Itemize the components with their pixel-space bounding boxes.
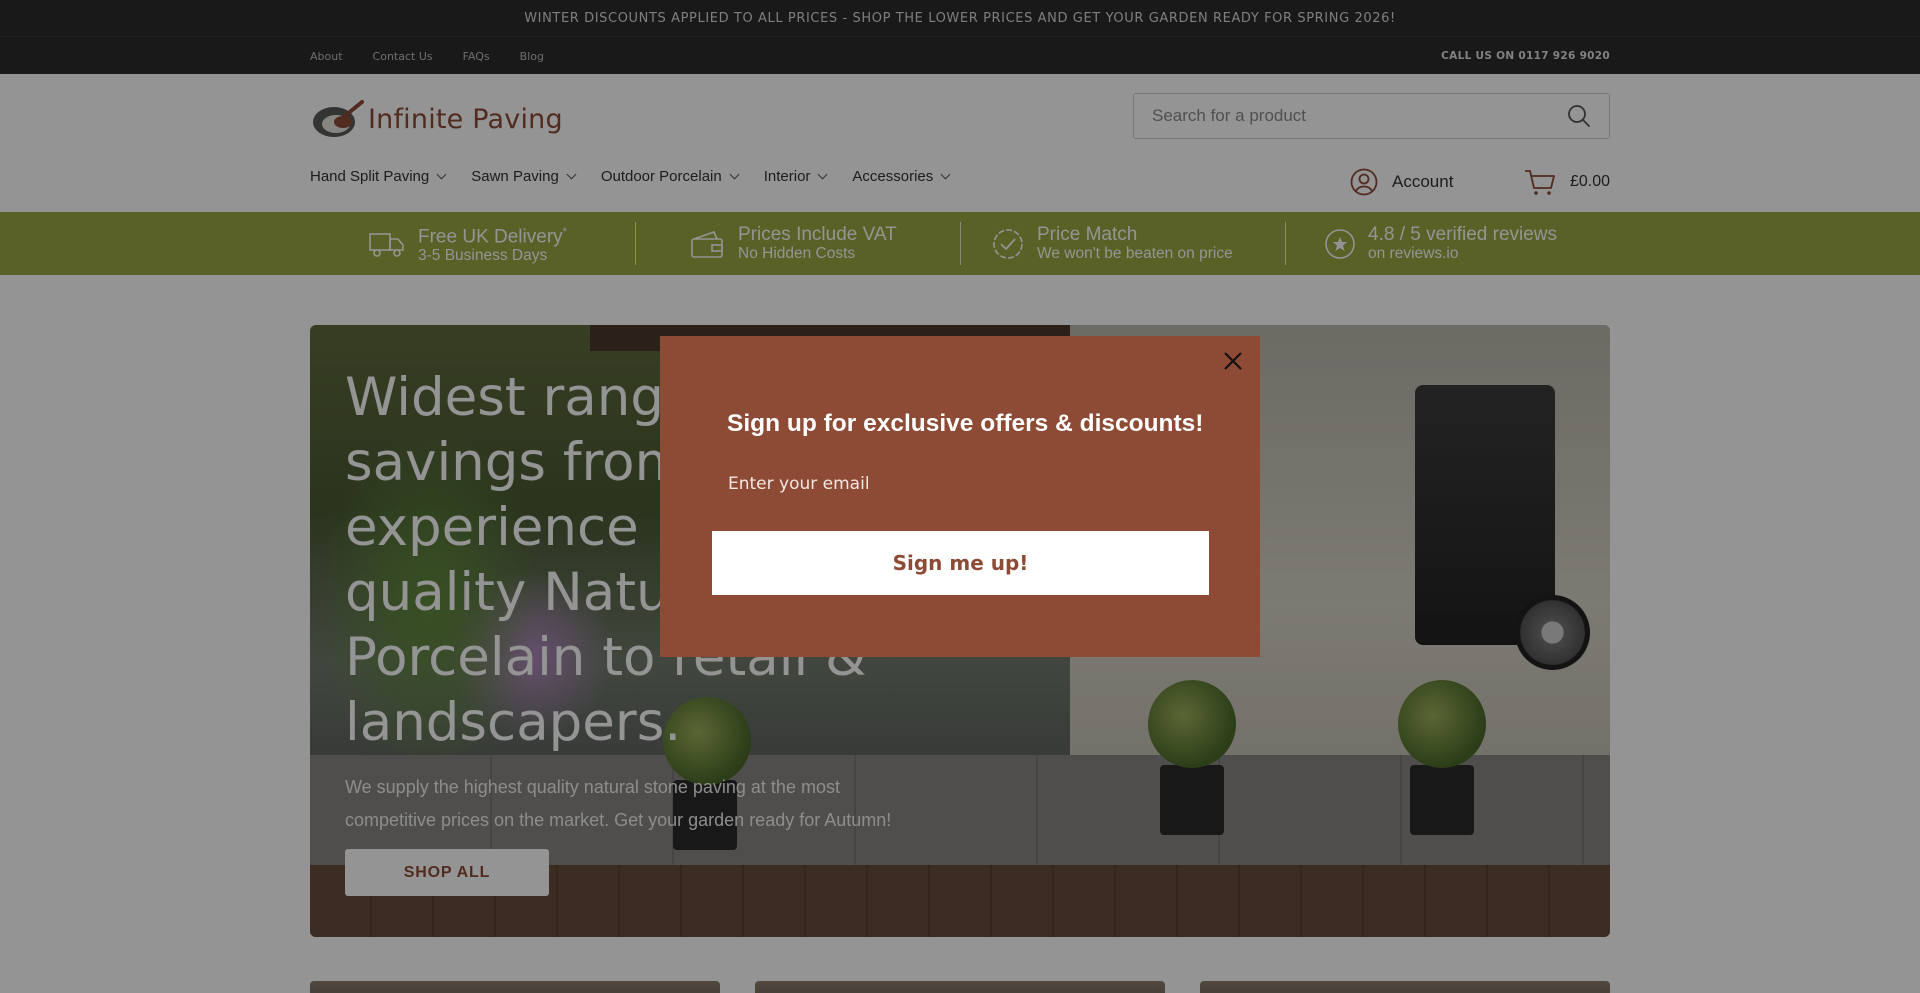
sign-me-up-button[interactable]: Sign me up! (712, 531, 1209, 595)
signup-modal: Sign up for exclusive offers & discounts… (660, 336, 1260, 657)
email-field[interactable] (728, 468, 1198, 500)
close-icon (1224, 352, 1242, 370)
modal-close-button[interactable] (1218, 346, 1248, 376)
modal-title: Sign up for exclusive offers & discounts… (727, 410, 1204, 437)
